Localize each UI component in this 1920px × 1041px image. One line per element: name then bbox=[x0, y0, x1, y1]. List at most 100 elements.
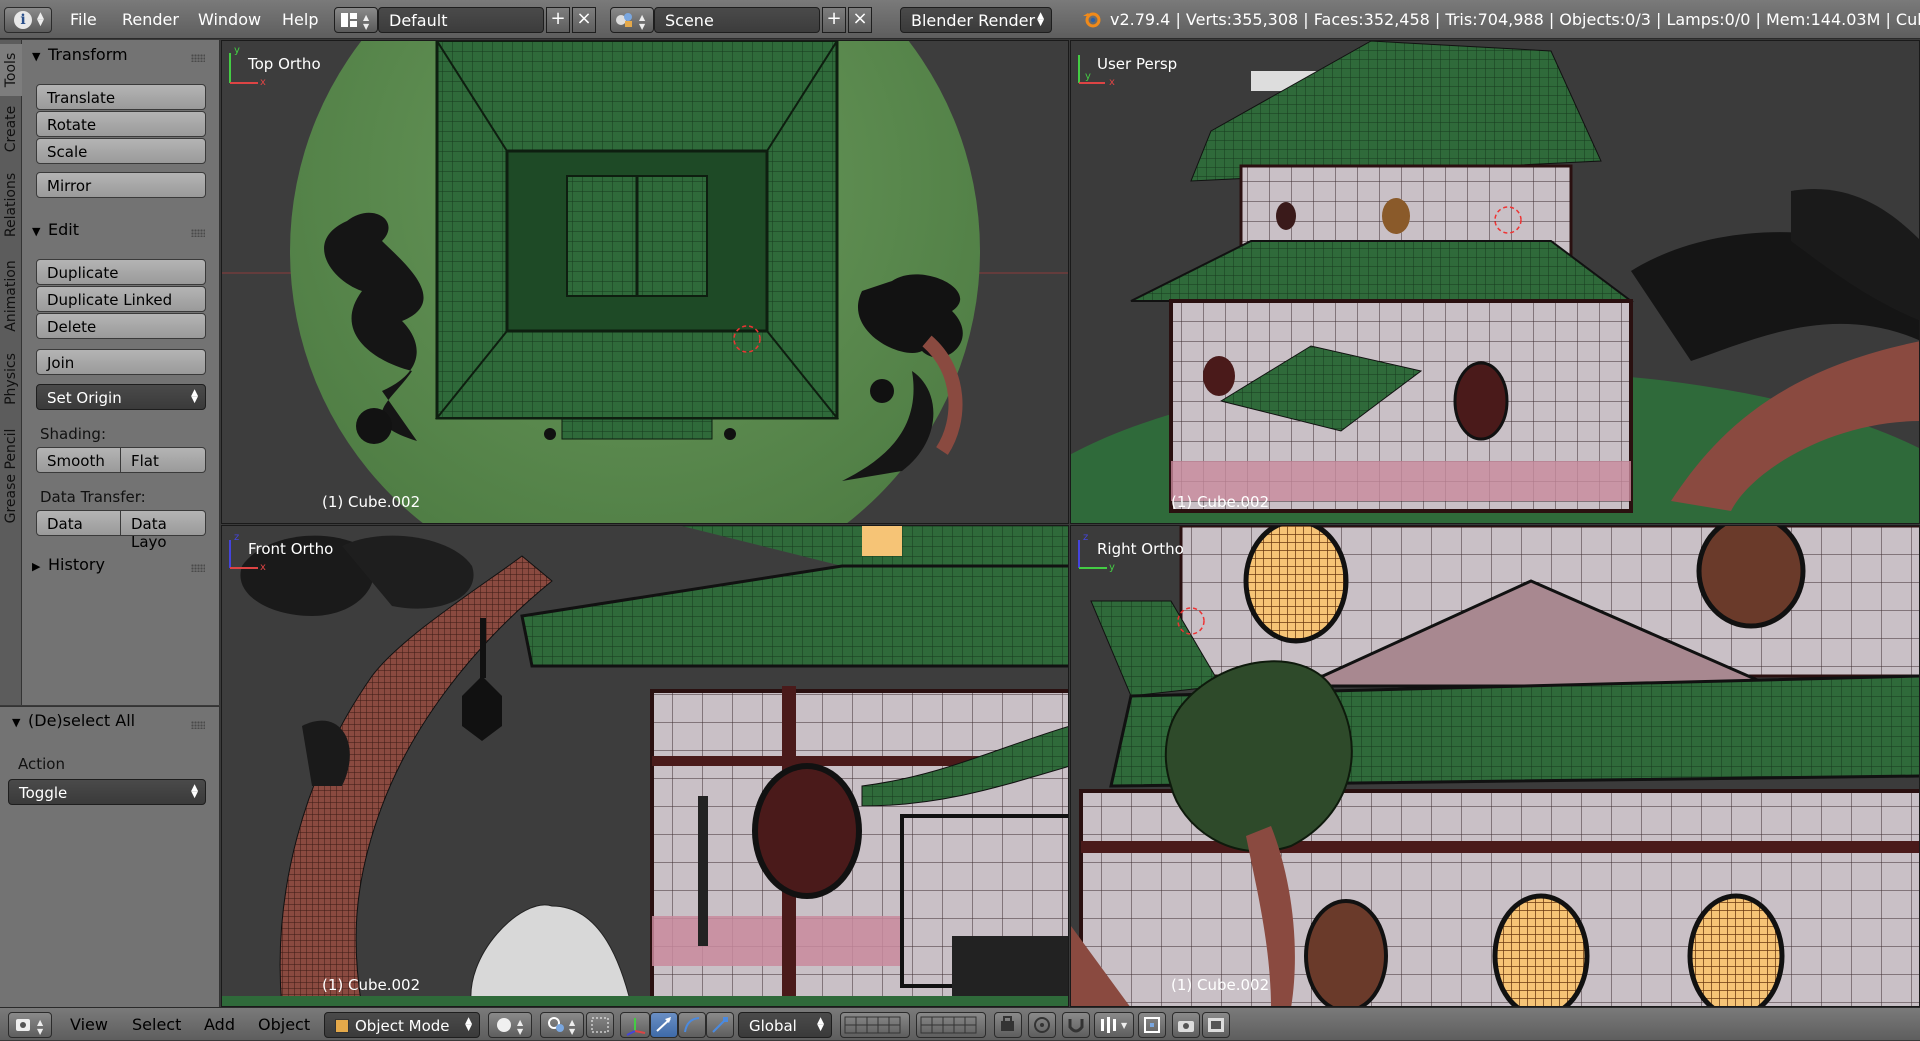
layout-grid-icon: ▲▼ bbox=[341, 13, 370, 31]
svg-text:▲: ▲ bbox=[517, 1018, 524, 1027]
opengl-render-button[interactable] bbox=[1172, 1012, 1200, 1038]
render-engine-dropdown[interactable]: Blender Render ▲ ▼ bbox=[900, 7, 1052, 33]
edit-title: Edit bbox=[48, 220, 79, 239]
updown-arrows-icon: ▲ ▼ bbox=[37, 11, 44, 28]
tab-tools[interactable]: Tools bbox=[0, 44, 22, 96]
scene-layers-row1[interactable] bbox=[840, 1012, 910, 1038]
scene-statistics: v2.79.4 | Verts:355,308 | Faces:352,458 … bbox=[1110, 10, 1920, 29]
delete-button[interactable]: Delete bbox=[36, 313, 206, 339]
interaction-mode-dropdown[interactable]: Object Mode ▲ ▼ bbox=[324, 1012, 480, 1038]
object-mode-cube-icon bbox=[335, 1019, 349, 1033]
tab-animation[interactable]: Animation bbox=[0, 250, 22, 342]
menu-file[interactable]: File bbox=[70, 10, 97, 29]
snap-element-dropdown[interactable]: ▼ bbox=[1094, 1012, 1134, 1038]
info-header: i ▲ ▼ File Render Window Help ▲ ▼ Default … bbox=[0, 0, 1920, 39]
tab-physics[interactable]: Physics bbox=[0, 344, 22, 414]
drag-grip-icon[interactable] bbox=[191, 721, 205, 729]
manipulator-toggle[interactable] bbox=[586, 1012, 614, 1038]
edit-panel-header[interactable]: ▼ Edit bbox=[32, 220, 79, 239]
translate-manipulator-button[interactable] bbox=[650, 1012, 678, 1038]
remove-scene-button[interactable]: × bbox=[848, 7, 872, 33]
duplicate-linked-button[interactable]: Duplicate Linked bbox=[36, 286, 206, 312]
viewport-top-ortho[interactable]: Top Ortho yx (1) Cube.002 bbox=[221, 40, 1069, 524]
remove-layout-button[interactable]: × bbox=[572, 7, 596, 33]
data-transfer-button[interactable]: Data bbox=[36, 510, 121, 536]
tab-grease-pencil[interactable]: Grease Pencil bbox=[0, 416, 22, 536]
menu-select[interactable]: Select bbox=[132, 1015, 181, 1034]
film-icon bbox=[1208, 1018, 1224, 1032]
manipulator-icon bbox=[591, 1017, 609, 1033]
viewport-right-ortho[interactable]: Right Ortho zy (1) Cube.002 bbox=[1070, 525, 1920, 1007]
rotate-manipulator-button[interactable] bbox=[678, 1012, 706, 1038]
mirror-button[interactable]: Mirror bbox=[36, 172, 206, 198]
menu-view[interactable]: View bbox=[70, 1015, 108, 1034]
pivot-point-dropdown[interactable]: ▲ ▼ bbox=[540, 1012, 584, 1038]
proportional-circle-icon bbox=[1034, 1017, 1050, 1033]
svg-text:y: y bbox=[1085, 71, 1091, 82]
editor-type-button[interactable]: ▲ ▼ bbox=[8, 1012, 52, 1038]
mode-label: Object Mode bbox=[355, 1017, 450, 1035]
tab-create[interactable]: Create bbox=[0, 98, 22, 160]
svg-text:▼: ▼ bbox=[1121, 1021, 1128, 1030]
snap-target-button[interactable] bbox=[1138, 1012, 1166, 1038]
transform-title: Transform bbox=[48, 45, 128, 64]
scene-selector[interactable]: ▲ ▼ bbox=[610, 7, 654, 33]
scale-manipulator-button[interactable] bbox=[706, 1012, 734, 1038]
svg-text:▼: ▼ bbox=[363, 22, 370, 31]
screen-layout-selector[interactable]: ▲ ▼ bbox=[334, 7, 378, 33]
updown-arrows-icon: ▲ ▼ bbox=[191, 783, 198, 800]
action-dropdown[interactable]: Toggle ▲ ▼ bbox=[8, 779, 206, 805]
flat-shading-button[interactable]: Flat bbox=[121, 447, 206, 473]
history-panel-header[interactable]: ▶ History bbox=[32, 555, 105, 574]
transform-orientation-dropdown[interactable]: Global ▲ ▼ bbox=[738, 1012, 832, 1038]
right-ortho-scene bbox=[1071, 526, 1919, 1006]
menu-help[interactable]: Help bbox=[282, 10, 318, 29]
rotate-button[interactable]: Rotate bbox=[36, 111, 206, 137]
tab-relations[interactable]: Relations bbox=[0, 162, 22, 248]
viewport-front-ortho[interactable]: Front Ortho zx (1) Cube.002 bbox=[221, 525, 1069, 1007]
data-layout-button[interactable]: Data Layo bbox=[121, 510, 206, 551]
layer-grid-icon bbox=[920, 1016, 977, 1034]
smooth-shading-button[interactable]: Smooth bbox=[36, 447, 121, 473]
3d-view-editor-icon: ▲▼ bbox=[16, 1018, 44, 1036]
snap-toggle-button[interactable] bbox=[1062, 1012, 1090, 1038]
menu-add[interactable]: Add bbox=[204, 1015, 235, 1034]
menu-render[interactable]: Render bbox=[122, 10, 179, 29]
drag-grip-icon[interactable] bbox=[191, 564, 205, 572]
scene-name-field[interactable]: Scene bbox=[654, 7, 820, 33]
add-scene-button[interactable]: + bbox=[822, 7, 846, 33]
svg-text:▼: ▼ bbox=[569, 1027, 576, 1036]
tab-physics-label: Physics bbox=[3, 353, 19, 405]
transform-manipulator-button[interactable] bbox=[620, 1012, 650, 1038]
tab-animation-label: Animation bbox=[3, 260, 19, 332]
drag-grip-icon[interactable] bbox=[191, 54, 205, 62]
data-transfer-label: Data Transfer: bbox=[40, 488, 146, 506]
editor-type-button[interactable]: i ▲ ▼ bbox=[4, 7, 52, 33]
scene-icon: ▲▼ bbox=[616, 13, 646, 31]
opengl-animation-button[interactable] bbox=[1202, 1012, 1230, 1038]
layout-name-field[interactable]: Default bbox=[378, 7, 544, 33]
axis-gizmo-icon: yx bbox=[229, 45, 266, 88]
active-object-label: (1) Cube.002 bbox=[322, 493, 421, 511]
viewport-shading-dropdown[interactable]: ▲ ▼ bbox=[488, 1012, 532, 1038]
duplicate-button[interactable]: Duplicate bbox=[36, 259, 206, 285]
scene-layers-row2[interactable] bbox=[916, 1012, 986, 1038]
axis-gizmo-icon: zy bbox=[1078, 532, 1115, 573]
menu-object[interactable]: Object bbox=[258, 1015, 310, 1034]
svg-text:▲: ▲ bbox=[639, 13, 646, 22]
operator-panel-header[interactable]: ▼ (De)select All bbox=[12, 711, 135, 730]
drag-grip-icon[interactable] bbox=[191, 229, 205, 237]
transform-panel-header[interactable]: ▼ Transform bbox=[32, 45, 128, 64]
add-layout-button[interactable]: + bbox=[546, 7, 570, 33]
join-button[interactable]: Join bbox=[36, 349, 206, 375]
set-origin-dropdown[interactable]: Set Origin ▲ ▼ bbox=[36, 384, 206, 410]
shading-label: Shading: bbox=[40, 425, 106, 443]
viewport-user-persp[interactable]: User Persp yx (1) Cube.002 bbox=[1070, 40, 1920, 524]
translate-button[interactable]: Translate bbox=[36, 84, 206, 110]
top-ortho-scene bbox=[222, 41, 1068, 523]
layer-grid-icon bbox=[844, 1016, 901, 1034]
proportional-editing-button[interactable] bbox=[1028, 1012, 1056, 1038]
lock-camera-button[interactable] bbox=[994, 1012, 1022, 1038]
scale-button[interactable]: Scale bbox=[36, 138, 206, 164]
menu-window[interactable]: Window bbox=[198, 10, 261, 29]
